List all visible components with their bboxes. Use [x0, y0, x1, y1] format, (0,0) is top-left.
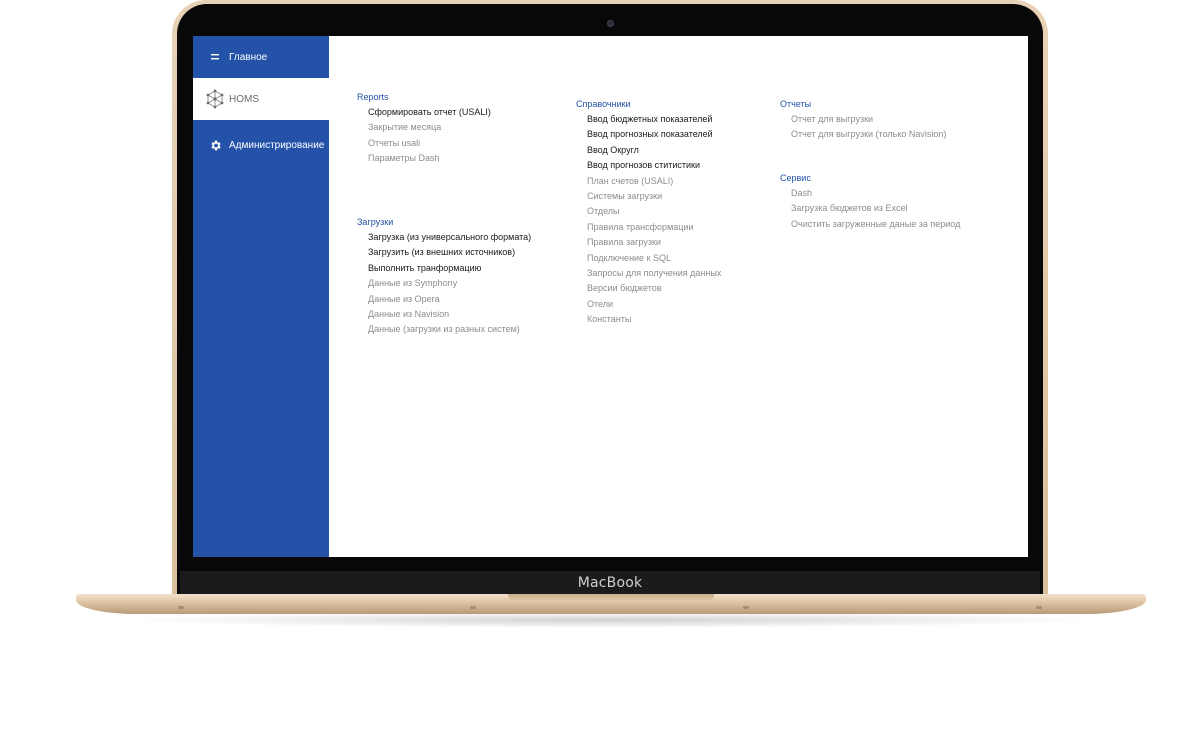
- link-usali-reports[interactable]: Отчеты usali: [357, 136, 491, 151]
- link-data-queries[interactable]: Запросы для получения данных: [576, 266, 721, 281]
- section-references: Справочники Ввод бюджетных показателей В…: [576, 97, 721, 327]
- link-month-close[interactable]: Закрытие месяца: [357, 120, 491, 135]
- section-title: Reports: [357, 92, 389, 102]
- link-run-transform[interactable]: Выполнить транформацию: [357, 261, 531, 276]
- section-uploads: Загрузки Загрузка (из универсального фор…: [357, 215, 531, 338]
- sidebar: Главное HOMS Администрирование: [193, 36, 329, 557]
- sidebar-item-main[interactable]: Главное: [193, 36, 329, 78]
- section-title: Сервис: [780, 173, 811, 183]
- link-upload-systems[interactable]: Системы загрузки: [576, 189, 721, 204]
- sidebar-item-label: HOMS: [229, 93, 259, 105]
- laptop-foot: [470, 606, 476, 609]
- link-export-report[interactable]: Отчет для выгрузки: [780, 112, 946, 127]
- link-sql-connection[interactable]: Подключение к SQL: [576, 251, 721, 266]
- link-data-various[interactable]: Данные (загрузки из разных систем): [357, 322, 531, 337]
- link-transform-rules[interactable]: Правила трансформации: [576, 220, 721, 235]
- menu-icon: [205, 54, 225, 60]
- link-data-symphony[interactable]: Данные из Symphony: [357, 276, 531, 291]
- link-stat-forecast-input[interactable]: Ввод прогнозов ститистики: [576, 158, 721, 173]
- logo-icon: [205, 89, 225, 109]
- laptop-shadow: [120, 612, 1100, 628]
- laptop-foot: [743, 606, 749, 609]
- link-dash-params[interactable]: Параметры Dash: [357, 151, 491, 166]
- link-upload-external[interactable]: Загрузить (из внешних источников): [357, 245, 531, 260]
- gear-icon: [205, 139, 225, 152]
- link-upload-rules[interactable]: Правила загрузки: [576, 235, 721, 250]
- link-data-navision[interactable]: Данные из Navision: [357, 307, 531, 322]
- section-title: Загрузки: [357, 217, 394, 227]
- link-chart-of-accounts[interactable]: План счетов (USALI): [576, 174, 721, 189]
- link-usali-report[interactable]: Сформировать отчет (USALI): [357, 105, 491, 120]
- link-budget-versions[interactable]: Версии бюджетов: [576, 281, 721, 296]
- laptop-foot: [178, 606, 184, 609]
- sidebar-item-label: Администрирование: [229, 139, 325, 151]
- camera-icon: [607, 20, 614, 27]
- sidebar-item-admin[interactable]: Администрирование: [193, 124, 329, 166]
- sidebar-item-label: Главное: [229, 51, 268, 63]
- link-hotels[interactable]: Отели: [576, 297, 721, 312]
- sidebar-item-homs[interactable]: HOMS: [193, 78, 329, 120]
- link-export-report-navision[interactable]: Отчет для выгрузки (только Navision): [780, 127, 946, 142]
- link-departments[interactable]: Отделы: [576, 204, 721, 219]
- link-dash[interactable]: Dash: [780, 186, 960, 201]
- section-reports: Reports Сформировать отчет (USALI) Закры…: [357, 90, 491, 167]
- link-constants[interactable]: Константы: [576, 312, 721, 327]
- link-excel-budget-upload[interactable]: Загрузка бюджетов из Excel: [780, 201, 960, 216]
- link-round-input[interactable]: Ввод Округл: [576, 143, 721, 158]
- link-data-opera[interactable]: Данные из Opera: [357, 292, 531, 307]
- section-title: Справочники: [576, 99, 631, 109]
- section-service: Сервис Dash Загрузка бюджетов из Excel О…: [780, 171, 960, 232]
- brand-label: MacBook: [577, 575, 643, 591]
- laptop-notch: [508, 594, 714, 602]
- laptop-foot: [1036, 606, 1042, 609]
- section-title: Отчеты: [780, 99, 812, 109]
- link-upload-universal[interactable]: Загрузка (из универсального формата): [357, 230, 531, 245]
- link-budget-input[interactable]: Ввод бюджетных показателей: [576, 112, 721, 127]
- link-forecast-input[interactable]: Ввод прогнозных показателей: [576, 127, 721, 142]
- section-exports: Отчеты Отчет для выгрузки Отчет для выгр…: [780, 97, 946, 143]
- app-screen: Главное HOMS Администрирование Reports С…: [193, 36, 1028, 557]
- link-clear-uploaded-data[interactable]: Очистить загруженные даные за период: [780, 217, 960, 232]
